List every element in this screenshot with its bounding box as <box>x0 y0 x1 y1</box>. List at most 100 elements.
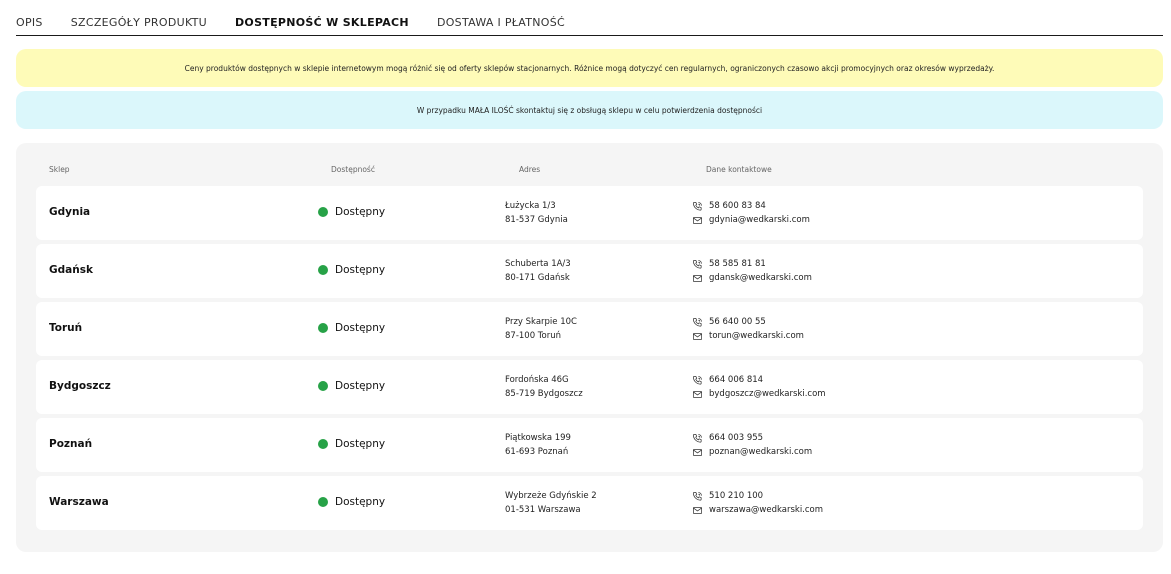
status-dot-icon <box>318 207 328 217</box>
address-street: Schuberta 1A/3 <box>505 259 571 269</box>
email-link[interactable]: bydgoszcz@wedkarski.com <box>709 387 826 401</box>
email-line: poznan@wedkarski.com <box>692 445 812 459</box>
header-contact: Dane kontaktowe <box>706 165 772 174</box>
table-body: Gdynia Dostępny Łużycka 1/3 81-537 Gdyni… <box>36 186 1143 534</box>
status-dot-icon <box>318 323 328 333</box>
email-line: warszawa@wedkarski.com <box>692 503 823 517</box>
email-line: gdansk@wedkarski.com <box>692 271 812 285</box>
store-name: Bydgoszcz <box>49 380 111 392</box>
availability-label: Dostępny <box>335 380 386 392</box>
table-row: Toruń Dostępny Przy Skarpie 10C 87-100 T… <box>36 302 1143 356</box>
email-link[interactable]: gdynia@wedkarski.com <box>709 213 810 227</box>
store-name: Poznań <box>49 438 93 450</box>
header-availability: Dostępność <box>331 165 375 174</box>
price-notice: Ceny produktów dostępnych w sklepie inte… <box>16 49 1163 87</box>
product-tabs: OPIS SZCZEGÓŁY PRODUKTU DOSTĘPNOŚĆ W SKL… <box>16 0 1163 36</box>
address-street: Fordońska 46G <box>505 375 569 385</box>
phone-link[interactable]: 664 006 814 <box>709 373 763 387</box>
header-address: Adres <box>519 165 541 174</box>
envelope-icon <box>693 332 702 340</box>
stock-notice: W przypadku MAŁA ILOŚĆ skontaktuj się z … <box>16 91 1163 129</box>
address-street: Wybrzeże Gdyńskie 2 <box>505 491 597 501</box>
envelope-icon <box>693 506 702 514</box>
phone-icon <box>693 201 702 211</box>
phone-line: 56 640 00 55 <box>692 315 804 329</box>
header-store: Sklep <box>49 165 70 174</box>
store-contact: 58 585 81 81 gdansk@wedkarski.com <box>692 257 812 285</box>
availability-status: Dostępny <box>318 206 385 218</box>
store-address: Fordońska 46G 85-719 Bydgoszcz <box>505 373 583 401</box>
store-contact: 56 640 00 55 torun@wedkarski.com <box>692 315 804 343</box>
table-row: Gdańsk Dostępny Schuberta 1A/3 80-171 Gd… <box>36 244 1143 298</box>
store-contact: 510 210 100 warszawa@wedkarski.com <box>692 489 823 517</box>
phone-link[interactable]: 58 585 81 81 <box>709 257 766 271</box>
store-address: Piątkowska 199 61-693 Poznań <box>505 431 571 459</box>
address-city: 01-531 Warszawa <box>505 505 581 515</box>
envelope-icon <box>693 390 702 398</box>
email-link[interactable]: torun@wedkarski.com <box>709 329 804 343</box>
address-street: Przy Skarpie 10C <box>505 317 577 327</box>
phone-icon <box>693 491 702 501</box>
address-city: 85-719 Bydgoszcz <box>505 389 583 399</box>
tab-product-details[interactable]: SZCZEGÓŁY PRODUKTU <box>71 0 207 29</box>
availability-status: Dostępny <box>318 380 385 392</box>
availability-label: Dostępny <box>335 322 386 334</box>
store-contact: 664 003 955 poznan@wedkarski.com <box>692 431 812 459</box>
phone-line: 58 585 81 81 <box>692 257 812 271</box>
address-city: 80-171 Gdańsk <box>505 273 570 283</box>
availability-label: Dostępny <box>335 496 386 508</box>
phone-icon <box>693 433 702 443</box>
tab-store-availability[interactable]: DOSTĘPNOŚĆ W SKLEPACH <box>235 0 409 29</box>
status-dot-icon <box>318 497 328 507</box>
phone-line: 664 003 955 <box>692 431 812 445</box>
store-address: Przy Skarpie 10C 87-100 Toruń <box>505 315 577 343</box>
availability-status: Dostępny <box>318 438 385 450</box>
status-dot-icon <box>318 439 328 449</box>
store-name: Toruń <box>49 322 83 334</box>
table-row: Poznań Dostępny Piątkowska 199 61-693 Po… <box>36 418 1143 472</box>
email-line: torun@wedkarski.com <box>692 329 804 343</box>
address-street: Łużycka 1/3 <box>505 201 556 211</box>
availability-status: Dostępny <box>318 496 385 508</box>
status-dot-icon <box>318 265 328 275</box>
store-name: Warszawa <box>49 496 109 508</box>
email-line: bydgoszcz@wedkarski.com <box>692 387 826 401</box>
phone-icon <box>693 317 702 327</box>
address-city: 61-693 Poznań <box>505 447 569 457</box>
availability-label: Dostępny <box>335 264 386 276</box>
store-contact: 664 006 814 bydgoszcz@wedkarski.com <box>692 373 826 401</box>
phone-line: 58 600 83 84 <box>692 199 810 213</box>
phone-line: 664 006 814 <box>692 373 826 387</box>
availability-status: Dostępny <box>318 322 385 334</box>
phone-link[interactable]: 56 640 00 55 <box>709 315 766 329</box>
phone-line: 510 210 100 <box>692 489 823 503</box>
address-city: 81-537 Gdynia <box>505 215 568 225</box>
status-dot-icon <box>318 381 328 391</box>
email-link[interactable]: gdansk@wedkarski.com <box>709 271 812 285</box>
email-line: gdynia@wedkarski.com <box>692 213 810 227</box>
store-contact: 58 600 83 84 gdynia@wedkarski.com <box>692 199 810 227</box>
table-header: Sklep Dostępność Adres Dane kontaktowe <box>16 165 1163 179</box>
availability-table: Sklep Dostępność Adres Dane kontaktowe G… <box>16 143 1163 552</box>
address-city: 87-100 Toruń <box>505 331 562 341</box>
phone-link[interactable]: 510 210 100 <box>709 489 763 503</box>
phone-link[interactable]: 664 003 955 <box>709 431 763 445</box>
email-link[interactable]: poznan@wedkarski.com <box>709 445 812 459</box>
availability-label: Dostępny <box>335 206 386 218</box>
envelope-icon <box>693 274 702 282</box>
email-link[interactable]: warszawa@wedkarski.com <box>709 503 823 517</box>
table-row: Bydgoszcz Dostępny Fordońska 46G 85-719 … <box>36 360 1143 414</box>
table-row: Gdynia Dostępny Łużycka 1/3 81-537 Gdyni… <box>36 186 1143 240</box>
phone-link[interactable]: 58 600 83 84 <box>709 199 766 213</box>
store-address: Schuberta 1A/3 80-171 Gdańsk <box>505 257 571 285</box>
store-name: Gdynia <box>49 206 91 218</box>
phone-icon <box>693 375 702 385</box>
store-address: Wybrzeże Gdyńskie 2 01-531 Warszawa <box>505 489 597 517</box>
envelope-icon <box>693 216 702 224</box>
store-address: Łużycka 1/3 81-537 Gdynia <box>505 199 568 227</box>
tab-description[interactable]: OPIS <box>16 0 43 29</box>
address-street: Piątkowska 199 <box>505 433 571 443</box>
store-name: Gdańsk <box>49 264 93 276</box>
availability-status: Dostępny <box>318 264 385 276</box>
tab-delivery-payment[interactable]: DOSTAWA I PŁATNOŚĆ <box>437 0 565 29</box>
